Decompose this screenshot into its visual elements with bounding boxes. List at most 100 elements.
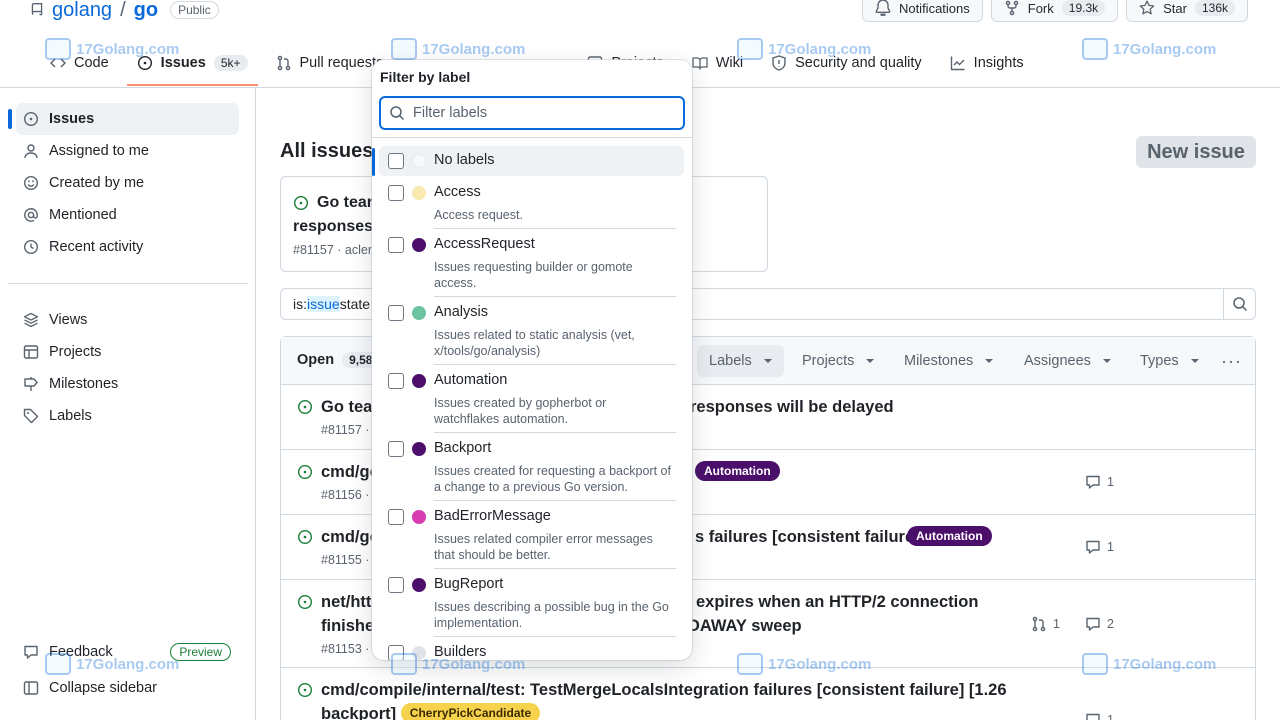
label-option-name: AccessRequest xyxy=(434,236,535,252)
label-option-accessrequest[interactable]: AccessRequest Issues requesting builder … xyxy=(379,230,684,296)
sidebar-item-label: Projects xyxy=(49,344,102,360)
star-button[interactable]: Star 136k xyxy=(1126,0,1248,22)
checkbox[interactable] xyxy=(388,577,404,593)
milestones-filter-button[interactable]: Milestones xyxy=(892,345,1005,377)
label-color-dot xyxy=(412,154,426,168)
chevron-down-icon xyxy=(763,359,772,363)
watermark-icon xyxy=(391,38,417,60)
watermark-icon xyxy=(45,38,71,60)
new-issue-button[interactable]: New issue xyxy=(1136,136,1256,168)
label-option-description: Issues requesting builder or gomote acce… xyxy=(434,260,633,290)
repo-owner-link[interactable]: golang xyxy=(52,0,112,22)
issue-open-icon xyxy=(297,594,313,610)
label-option-backport[interactable]: Backport Issues created for requesting a… xyxy=(379,434,684,500)
label-search-input[interactable] xyxy=(413,105,673,121)
checkbox[interactable] xyxy=(388,441,404,457)
label-automation[interactable]: Automation xyxy=(907,526,992,546)
option-divider xyxy=(434,364,676,365)
sidebar-item-issues[interactable]: Issues xyxy=(8,103,239,135)
label-option-automation[interactable]: Automation Issues created by gopherbot o… xyxy=(379,366,684,432)
projects-filter-button[interactable]: Projects xyxy=(790,345,886,377)
checkbox[interactable] xyxy=(388,373,404,389)
sidebar-item-recent-activity[interactable]: Recent activity xyxy=(16,231,239,263)
sidebar-item-assigned[interactable]: Assigned to me xyxy=(16,135,239,167)
preview-badge: Preview xyxy=(170,643,231,661)
pull-request-icon xyxy=(1032,616,1046,632)
collapse-sidebar-button[interactable]: Collapse sidebar xyxy=(16,672,239,704)
label-color-dot xyxy=(412,306,426,320)
comment-count[interactable]: 1 xyxy=(1085,712,1114,720)
label-option-description: Issues describing a possible bug in the … xyxy=(434,600,669,630)
popover-title: Filter by label xyxy=(380,69,471,85)
label-color-dot xyxy=(412,186,426,200)
labels-filter-button[interactable]: Labels xyxy=(697,345,784,377)
label-option-baderrormessage[interactable]: BadErrorMessage Issues related compiler … xyxy=(379,502,684,568)
comment-count-value: 1 xyxy=(1107,475,1114,489)
sidebar-item-created[interactable]: Created by me xyxy=(16,167,239,199)
watermark-icon xyxy=(1082,38,1108,60)
sidebar-item-milestones[interactable]: Milestones xyxy=(16,368,239,400)
label-option-name: Automation xyxy=(434,372,508,388)
sidebar-item-mentioned[interactable]: Mentioned xyxy=(16,199,239,231)
linked-pr-count[interactable]: 1 xyxy=(1031,616,1060,632)
issue-title-end: responses will be delayed xyxy=(690,398,894,416)
issue-meta: #81153 · xyxy=(321,642,370,656)
watermark-text: 17Golang.com xyxy=(76,655,180,673)
notifications-button[interactable]: Notifications xyxy=(861,0,983,22)
issue-open-icon xyxy=(297,529,313,545)
sidebar-item-label: Created by me xyxy=(49,175,145,191)
sidebar-item-projects[interactable]: Projects xyxy=(16,336,239,368)
comment-count[interactable]: 1 xyxy=(1085,539,1114,555)
star-icon xyxy=(1139,0,1155,15)
comment-count-value: 2 xyxy=(1107,617,1114,631)
checkbox[interactable] xyxy=(388,153,404,169)
label-option-no-labels[interactable]: No labels xyxy=(379,146,684,176)
checkbox[interactable] xyxy=(388,237,404,253)
label-option-access[interactable]: Access Access request. xyxy=(379,178,684,228)
search-button[interactable] xyxy=(1223,289,1255,319)
sidebar-item-labels[interactable]: Labels xyxy=(16,400,239,432)
comment-icon xyxy=(1086,475,1100,489)
comment-count[interactable]: 1 xyxy=(1085,474,1114,490)
checkbox[interactable] xyxy=(388,509,404,525)
issue-meta: #81157 · xyxy=(321,423,370,437)
label-option-name: BadErrorMessage xyxy=(434,508,551,524)
issue-title[interactable]: cmd/compile/internal/test: TestMergeLoca… xyxy=(321,678,1021,720)
label-option-bugreport[interactable]: BugReport Issues describing a possible b… xyxy=(379,570,684,636)
issue-row[interactable]: cmd/compile/internal/test: TestMergeLoca… xyxy=(281,668,1255,720)
issue-meta: #81156 · xyxy=(321,488,370,502)
open-issues-tab[interactable]: Open 9,58 xyxy=(297,352,380,368)
assignees-filter-button[interactable]: Assignees xyxy=(1012,345,1123,377)
label-option-analysis[interactable]: Analysis Issues related to static analys… xyxy=(379,298,684,364)
label-cherrypickcandidate[interactable]: CherryPickCandidate xyxy=(400,703,541,720)
label-search-field[interactable] xyxy=(379,96,685,130)
fork-label: Fork xyxy=(1027,0,1054,16)
fork-button[interactable]: Fork 19.3k xyxy=(990,0,1119,22)
tab-insights[interactable]: Insights xyxy=(940,48,1034,78)
notifications-label: Notifications xyxy=(898,0,970,16)
watermark-logo: 17Golang.com xyxy=(1082,38,1216,60)
watermark-icon xyxy=(737,38,763,60)
watermark-icon xyxy=(391,653,417,675)
issue-title-end: expires when an HTTP/2 connection xyxy=(696,593,979,611)
fork-count: 19.3k xyxy=(1061,0,1106,16)
comment-count[interactable]: 2 xyxy=(1085,616,1114,632)
watermark-logo: 17Golang.com xyxy=(737,653,871,675)
comment-icon xyxy=(1086,617,1100,631)
table-icon xyxy=(23,345,39,359)
watermark-icon xyxy=(45,653,71,675)
watermark-text: 17Golang.com xyxy=(422,40,526,58)
checkbox[interactable] xyxy=(388,185,404,201)
sidebar-item-views[interactable]: Views xyxy=(16,304,239,336)
pinned-issue-title-text: Go tear xyxy=(317,194,374,211)
repo-title: golang / go Public xyxy=(30,0,219,23)
more-options-button[interactable]: ··· xyxy=(1221,351,1242,372)
checkbox[interactable] xyxy=(388,305,404,321)
label-automation[interactable]: Automation xyxy=(695,461,780,481)
types-filter-button[interactable]: Types xyxy=(1128,345,1211,377)
clock-icon xyxy=(23,239,39,255)
comment-count-value: 1 xyxy=(1107,540,1114,554)
watermark-text: 17Golang.com xyxy=(422,655,526,673)
repo-name-link[interactable]: go xyxy=(134,0,158,22)
watermark-logo: 17Golang.com xyxy=(737,38,871,60)
